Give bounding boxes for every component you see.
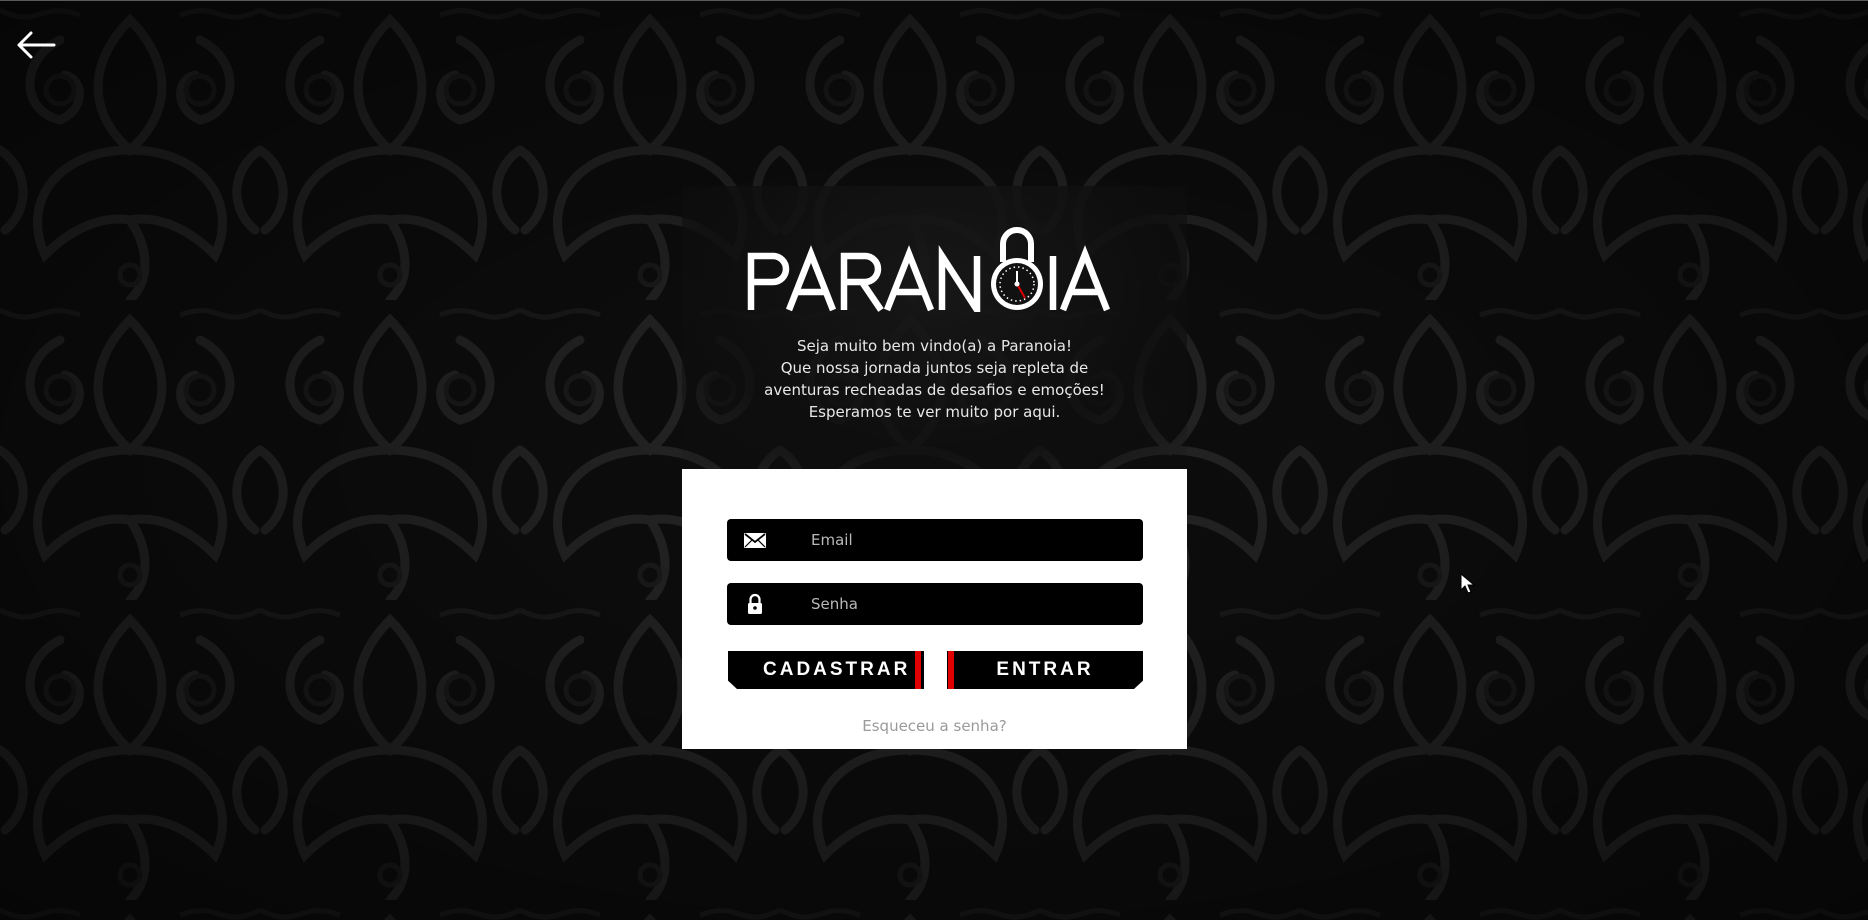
forgot-password-link[interactable]: Esqueceu a senha? [682,717,1187,735]
register-button[interactable]: CADASTRAR [728,651,924,689]
welcome-line: Que nossa jornada juntos seja repleta de [780,359,1089,377]
arrow-left-icon [17,31,56,59]
back-button[interactable] [14,28,58,62]
login-button-label: ENTRAR [996,659,1094,680]
email-field-wrapper [727,519,1143,561]
password-field-wrapper [727,583,1143,625]
register-accent-stripe [915,651,921,689]
email-input[interactable] [811,519,1131,561]
password-input[interactable] [811,583,1131,625]
login-card: CADASTRAR ENTRAR Esqueceu a senha? [682,469,1187,749]
register-button-label: CADASTRAR [763,659,911,680]
welcome-line: Esperamos te ver muito por aqui. [808,403,1061,421]
login-accent-stripe [948,651,954,689]
envelope-icon [744,533,766,548]
welcome-message: Seja muito bem vindo(a) a Paranoia! Que … [682,335,1187,423]
welcome-line: aventuras recheadas de desafios e emoçõe… [764,381,1105,399]
paranoia-logo [747,227,1111,312]
login-button[interactable]: ENTRAR [947,651,1143,689]
welcome-line: Seja muito bem vindo(a) a Paranoia! [797,337,1072,355]
mouse-cursor-icon [1460,573,1476,594]
padlock-clock-icon [991,227,1043,310]
lock-icon [748,593,762,614]
top-border [0,0,1868,1]
